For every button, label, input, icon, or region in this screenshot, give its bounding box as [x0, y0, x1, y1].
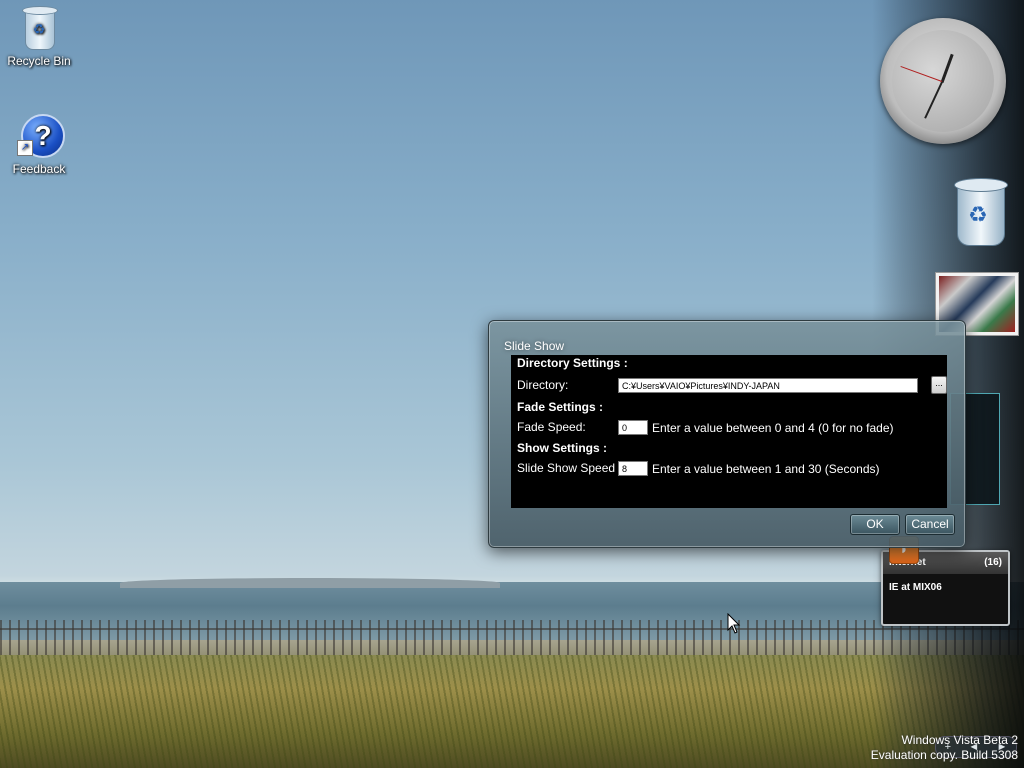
dialog-title: Slide Show — [504, 339, 565, 353]
fade-settings-heading: Fade Settings : — [517, 400, 604, 414]
fade-speed-hint: Enter a value between 0 and 4 (0 for no … — [652, 421, 894, 435]
desktop-icon-label: Recycle Bin — [7, 54, 71, 68]
help-icon: ? ↗ — [17, 112, 65, 160]
recycle-bin-gadget[interactable]: ♻ — [952, 178, 1008, 248]
cancel-button[interactable]: Cancel — [905, 514, 955, 535]
fade-speed-label: Fade Speed: — [517, 420, 586, 434]
slideshow-settings-dialog: Slide Show Directory Settings : Director… — [488, 320, 966, 548]
ok-button[interactable]: OK — [850, 514, 900, 535]
feed-count: (16) — [984, 557, 1002, 568]
settings-panel: Directory Settings : Directory: C:¥Users… — [511, 355, 947, 508]
slide-show-speed-hint: Enter a value between 1 and 30 (Seconds) — [652, 462, 880, 476]
directory-input[interactable]: C:¥Users¥VAIO¥Pictures¥INDY-JAPAN — [618, 378, 918, 393]
fade-speed-input[interactable]: 0 — [618, 420, 648, 435]
desktop-icon-feedback[interactable]: ? ↗ Feedback — [1, 112, 77, 176]
clock-gadget[interactable] — [880, 18, 1006, 144]
desktop-icon-label: Feedback — [12, 162, 66, 176]
distant-hills — [120, 578, 500, 588]
recycle-icon: ♻ — [968, 202, 988, 227]
watermark-line2: Evaluation copy. Build 5308 — [870, 748, 1018, 762]
mouse-cursor-icon — [727, 613, 741, 634]
recycle-bin-icon: ♻ — [17, 4, 61, 52]
browse-button[interactable]: ... — [931, 376, 947, 394]
desktop-background: ♻ Recycle Bin ? ↗ Feedback ♻ Internet (1… — [0, 0, 1024, 768]
watermark-line1: Windows Vista Beta 2 — [901, 733, 1018, 747]
evaluation-watermark: Windows Vista Beta 2 Evaluation copy. Bu… — [871, 733, 1018, 763]
show-settings-heading: Show Settings : — [517, 441, 607, 455]
directory-label: Directory: — [517, 378, 569, 392]
fence-rail — [0, 628, 1024, 630]
feed-item[interactable]: IE at MIX06 — [883, 574, 1008, 601]
desktop-icon-recycle-bin[interactable]: ♻ Recycle Bin — [1, 4, 77, 68]
slide-show-speed-label: Slide Show Speed : — [517, 461, 622, 475]
shortcut-arrow-icon: ↗ — [17, 140, 33, 156]
slide-show-speed-input[interactable]: 8 — [618, 461, 648, 476]
directory-settings-heading: Directory Settings : — [517, 356, 628, 370]
